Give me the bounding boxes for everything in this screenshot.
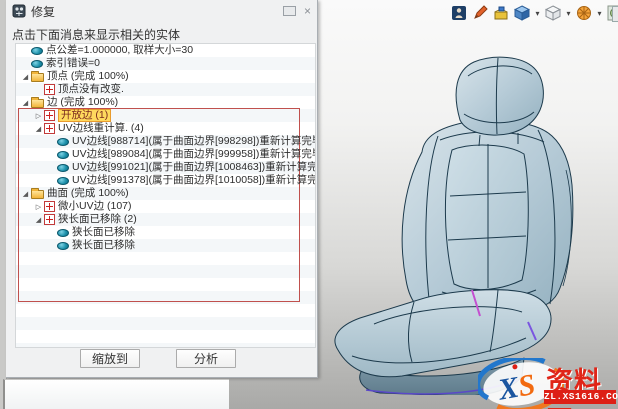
tree-item-label: 开放边 (1): [58, 109, 112, 122]
tree-item-label: UV边线[989084](属于曲面边界[999958])重新计算完毕.: [72, 148, 316, 160]
tree-row[interactable]: 狭长面已移除: [16, 226, 315, 239]
tree-row[interactable]: ◢ 顶点 (完成 100%): [16, 70, 315, 83]
chevron-down-icon[interactable]: ▾: [534, 9, 541, 18]
tree-row[interactable]: ▷ 开放边 (1): [16, 109, 315, 122]
tree-row[interactable]: 点公差=1.000000, 取样大小=30: [16, 44, 315, 57]
zoom-to-button[interactable]: 缩放到: [80, 349, 140, 368]
tree-row[interactable]: 狭长面已移除: [16, 239, 315, 252]
background-window: [3, 379, 229, 409]
message-dot-icon: [57, 176, 69, 185]
toolbox-icon[interactable]: [492, 4, 510, 22]
expander-icon[interactable]: ◢: [20, 99, 31, 107]
panel-title: 修复: [31, 4, 56, 19]
application-window: ▾ ▾ ▾ ▾ 修复 × 点击下面消息来显示相关的实体 点公差=1.000000…: [0, 0, 618, 409]
expander-icon[interactable]: ▷: [33, 112, 44, 120]
message-tree: 点公差=1.000000, 取样大小=30 索引错误=0 ◢ 顶点 (完成 10…: [15, 43, 316, 348]
tree-item-label: 曲面 (完成 100%): [47, 187, 129, 199]
close-icon[interactable]: ×: [304, 5, 311, 17]
plus-badge-icon: [44, 201, 55, 212]
chevron-down-icon[interactable]: ▾: [565, 9, 572, 18]
message-dot-icon: [31, 59, 43, 68]
tree-row[interactable]: 顶点没有改变.: [16, 83, 315, 96]
folder-icon: [31, 70, 44, 82]
tree-item-label: 顶点没有改变.: [58, 83, 124, 95]
tree-item-label: UV边线[991378](属于曲面边界[1010058])重新计算完毕.: [72, 174, 316, 186]
tree-item-label: 狭长面已移除: [72, 239, 135, 251]
tree-row[interactable]: UV边线[988714](属于曲面边界[998298])重新计算完毕.: [16, 135, 315, 148]
wireframe-view-icon[interactable]: [544, 4, 562, 22]
shaded-view-icon[interactable]: [513, 4, 531, 22]
message-dot-icon: [31, 46, 43, 55]
message-dot-icon: [57, 137, 69, 146]
message-dot-icon: [57, 150, 69, 159]
plus-badge-icon: [44, 214, 55, 225]
tree-row[interactable]: ◢ 边 (完成 100%): [16, 96, 315, 109]
repair-panel: 修复 × 点击下面消息来显示相关的实体 点公差=1.000000, 取样大小=3…: [6, 0, 318, 378]
tree-row[interactable]: ▷ 微小UV边 (107): [16, 200, 315, 213]
render-style-icon[interactable]: [575, 4, 593, 22]
plus-badge-icon: [44, 110, 55, 121]
person-icon[interactable]: [450, 4, 468, 22]
expander-icon[interactable]: ◢: [33, 216, 44, 224]
tree-item-label: 顶点 (完成 100%): [47, 70, 129, 82]
expander-icon[interactable]: ◢: [20, 190, 31, 198]
tree-item-label: 狭长面已移除 (2): [58, 213, 137, 225]
tree-item-label: 狭长面已移除: [72, 226, 135, 238]
svg-text:XS: XS: [495, 368, 538, 407]
clipped-toolbar-icon[interactable]: [612, 6, 618, 22]
tree-item-label: UV边线[991021](属于曲面边界[1008463])重新计算完毕.: [72, 161, 316, 173]
folder-icon: [31, 187, 44, 199]
repair-icon: [12, 4, 26, 18]
tree-row[interactable]: ◢ 狭长面已移除 (2): [16, 213, 315, 226]
tree-row[interactable]: ◢ UV边线重计算. (4): [16, 122, 315, 135]
tree-item-label: UV边线[988714](属于曲面边界[998298])重新计算完毕.: [72, 135, 316, 147]
tree-row[interactable]: UV边线[989084](属于曲面边界[999958])重新计算完毕.: [16, 148, 315, 161]
tree-row[interactable]: UV边线[991021](属于曲面边界[1008463])重新计算完毕.: [16, 161, 315, 174]
tree-row[interactable]: 索引错误=0: [16, 57, 315, 70]
tree-item-label: UV边线重计算. (4): [58, 122, 144, 134]
message-dot-icon: [57, 241, 69, 250]
plus-badge-icon: [44, 123, 55, 134]
watermark-logo: XS 资料网 ZL.XS1616.COM: [478, 358, 618, 409]
folder-icon: [31, 96, 44, 108]
button-row: 缩放到 分析: [6, 349, 317, 373]
message-dot-icon: [57, 163, 69, 172]
pencil-icon[interactable]: [471, 4, 489, 22]
restore-icon[interactable]: [282, 6, 296, 16]
tree-item-label: 索引错误=0: [46, 57, 100, 69]
repair-panel-titlebar: 修复 ×: [6, 0, 317, 22]
expander-icon[interactable]: ▷: [33, 203, 44, 211]
tree-row[interactable]: UV边线[991378](属于曲面边界[1010058])重新计算完毕.: [16, 174, 315, 187]
plus-badge-icon: [44, 84, 55, 95]
seat-3d-model[interactable]: [322, 40, 582, 395]
message-dot-icon: [57, 228, 69, 237]
tree-item-label: 边 (完成 100%): [47, 96, 119, 108]
view-toolbar: ▾ ▾ ▾ ▾: [450, 4, 618, 22]
expander-icon[interactable]: ◢: [33, 125, 44, 133]
tree-item-label: 点公差=1.000000, 取样大小=30: [46, 44, 194, 56]
tree-row[interactable]: ◢ 曲面 (完成 100%): [16, 187, 315, 200]
chevron-down-icon[interactable]: ▾: [596, 9, 603, 18]
expander-icon[interactable]: ◢: [20, 73, 31, 81]
watermark-site-url: ZL.XS1616.COM: [544, 390, 618, 404]
analyze-button[interactable]: 分析: [176, 349, 236, 368]
tree-item-label: 微小UV边 (107): [58, 200, 132, 212]
